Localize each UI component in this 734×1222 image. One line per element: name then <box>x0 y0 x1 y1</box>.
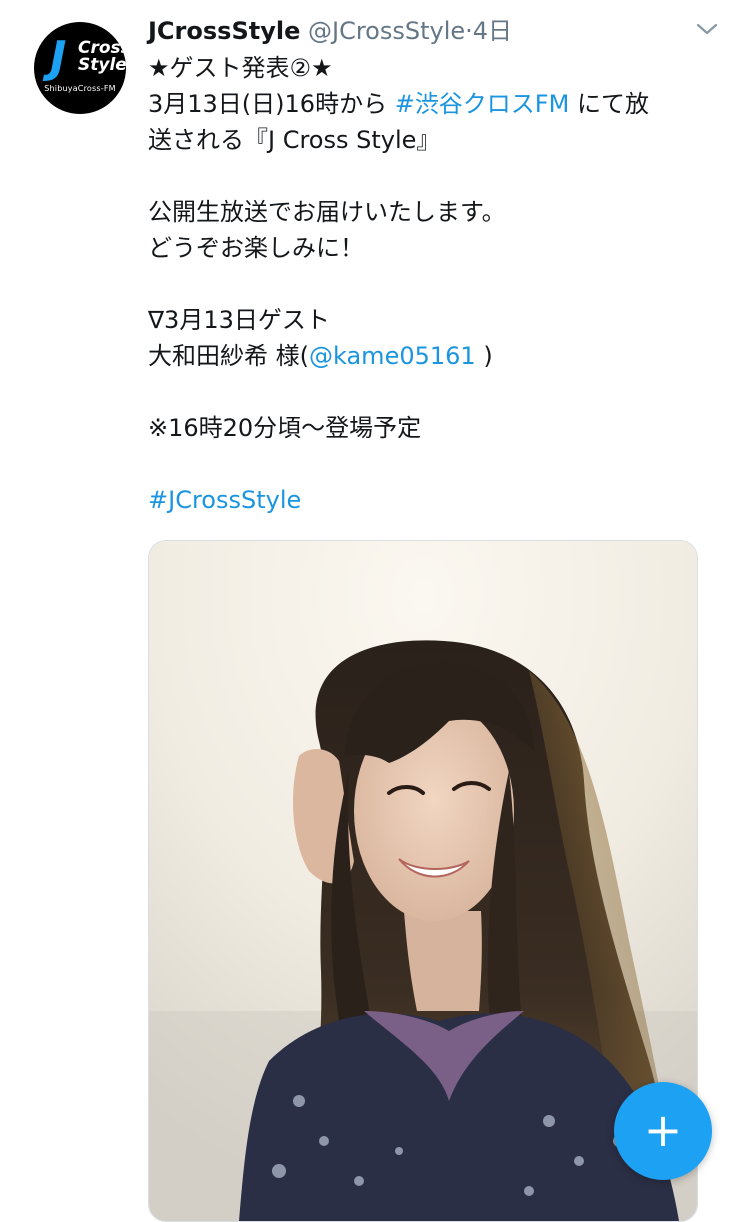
logo-style: Style <box>78 55 126 75</box>
tweet-line: ※16時20分頃〜登場予定 <box>148 414 422 442</box>
user-handle[interactable]: @JCrossStyle <box>308 17 465 45</box>
tweet-line: 大和田紗希 様(@kame05161 ) <box>148 338 708 374</box>
display-name[interactable]: JCrossStyle <box>148 17 300 45</box>
chevron-down-icon[interactable] <box>694 20 720 38</box>
tweet[interactable]: J Cross Style ShibuyaCross-FM JCrossStyl… <box>0 0 734 1222</box>
tweet-line: ∇3月13日ゲスト <box>148 306 330 334</box>
hashtag-link[interactable]: #JCrossStyle <box>148 482 708 518</box>
avatar[interactable]: J Cross Style ShibuyaCross-FM <box>34 22 126 114</box>
tweet-line: ★ゲスト発表②★ <box>148 54 333 82</box>
tweet-line: 3月13日(日)16時から #渋谷クロスFM にて放 <box>148 86 708 122</box>
hashtag-link[interactable]: #渋谷クロスFM <box>395 90 570 118</box>
tweet-header: JCrossStyle @JCrossStyle·4日 <box>148 14 512 48</box>
tweet-line: どうぞお楽しみに！ <box>148 234 364 262</box>
tweet-line: 公開生放送でお届けいたします。 <box>148 198 506 226</box>
separator-dot: · <box>465 17 473 45</box>
tweet-line-text: 3月13日(日)16時から <box>148 90 395 118</box>
mention-link[interactable]: @kame05161 <box>309 342 476 370</box>
tweet-line-text: ) <box>475 342 493 370</box>
plus-icon: + <box>643 1103 683 1157</box>
tweet-line-text: にて放 <box>569 90 649 118</box>
logo-sub: ShibuyaCross-FM <box>44 84 116 93</box>
tweet-line: 送される『J Cross Style』 <box>148 126 441 154</box>
tweet-text: ★ゲスト発表②★ 3月13日(日)16時から #渋谷クロスFM にて放 送される… <box>148 50 708 518</box>
logo-j: J <box>50 32 67 83</box>
tweet-line-text: 大和田紗希 様( <box>148 342 309 370</box>
timestamp[interactable]: 4日 <box>473 17 512 45</box>
compose-button[interactable]: + <box>614 1082 712 1180</box>
